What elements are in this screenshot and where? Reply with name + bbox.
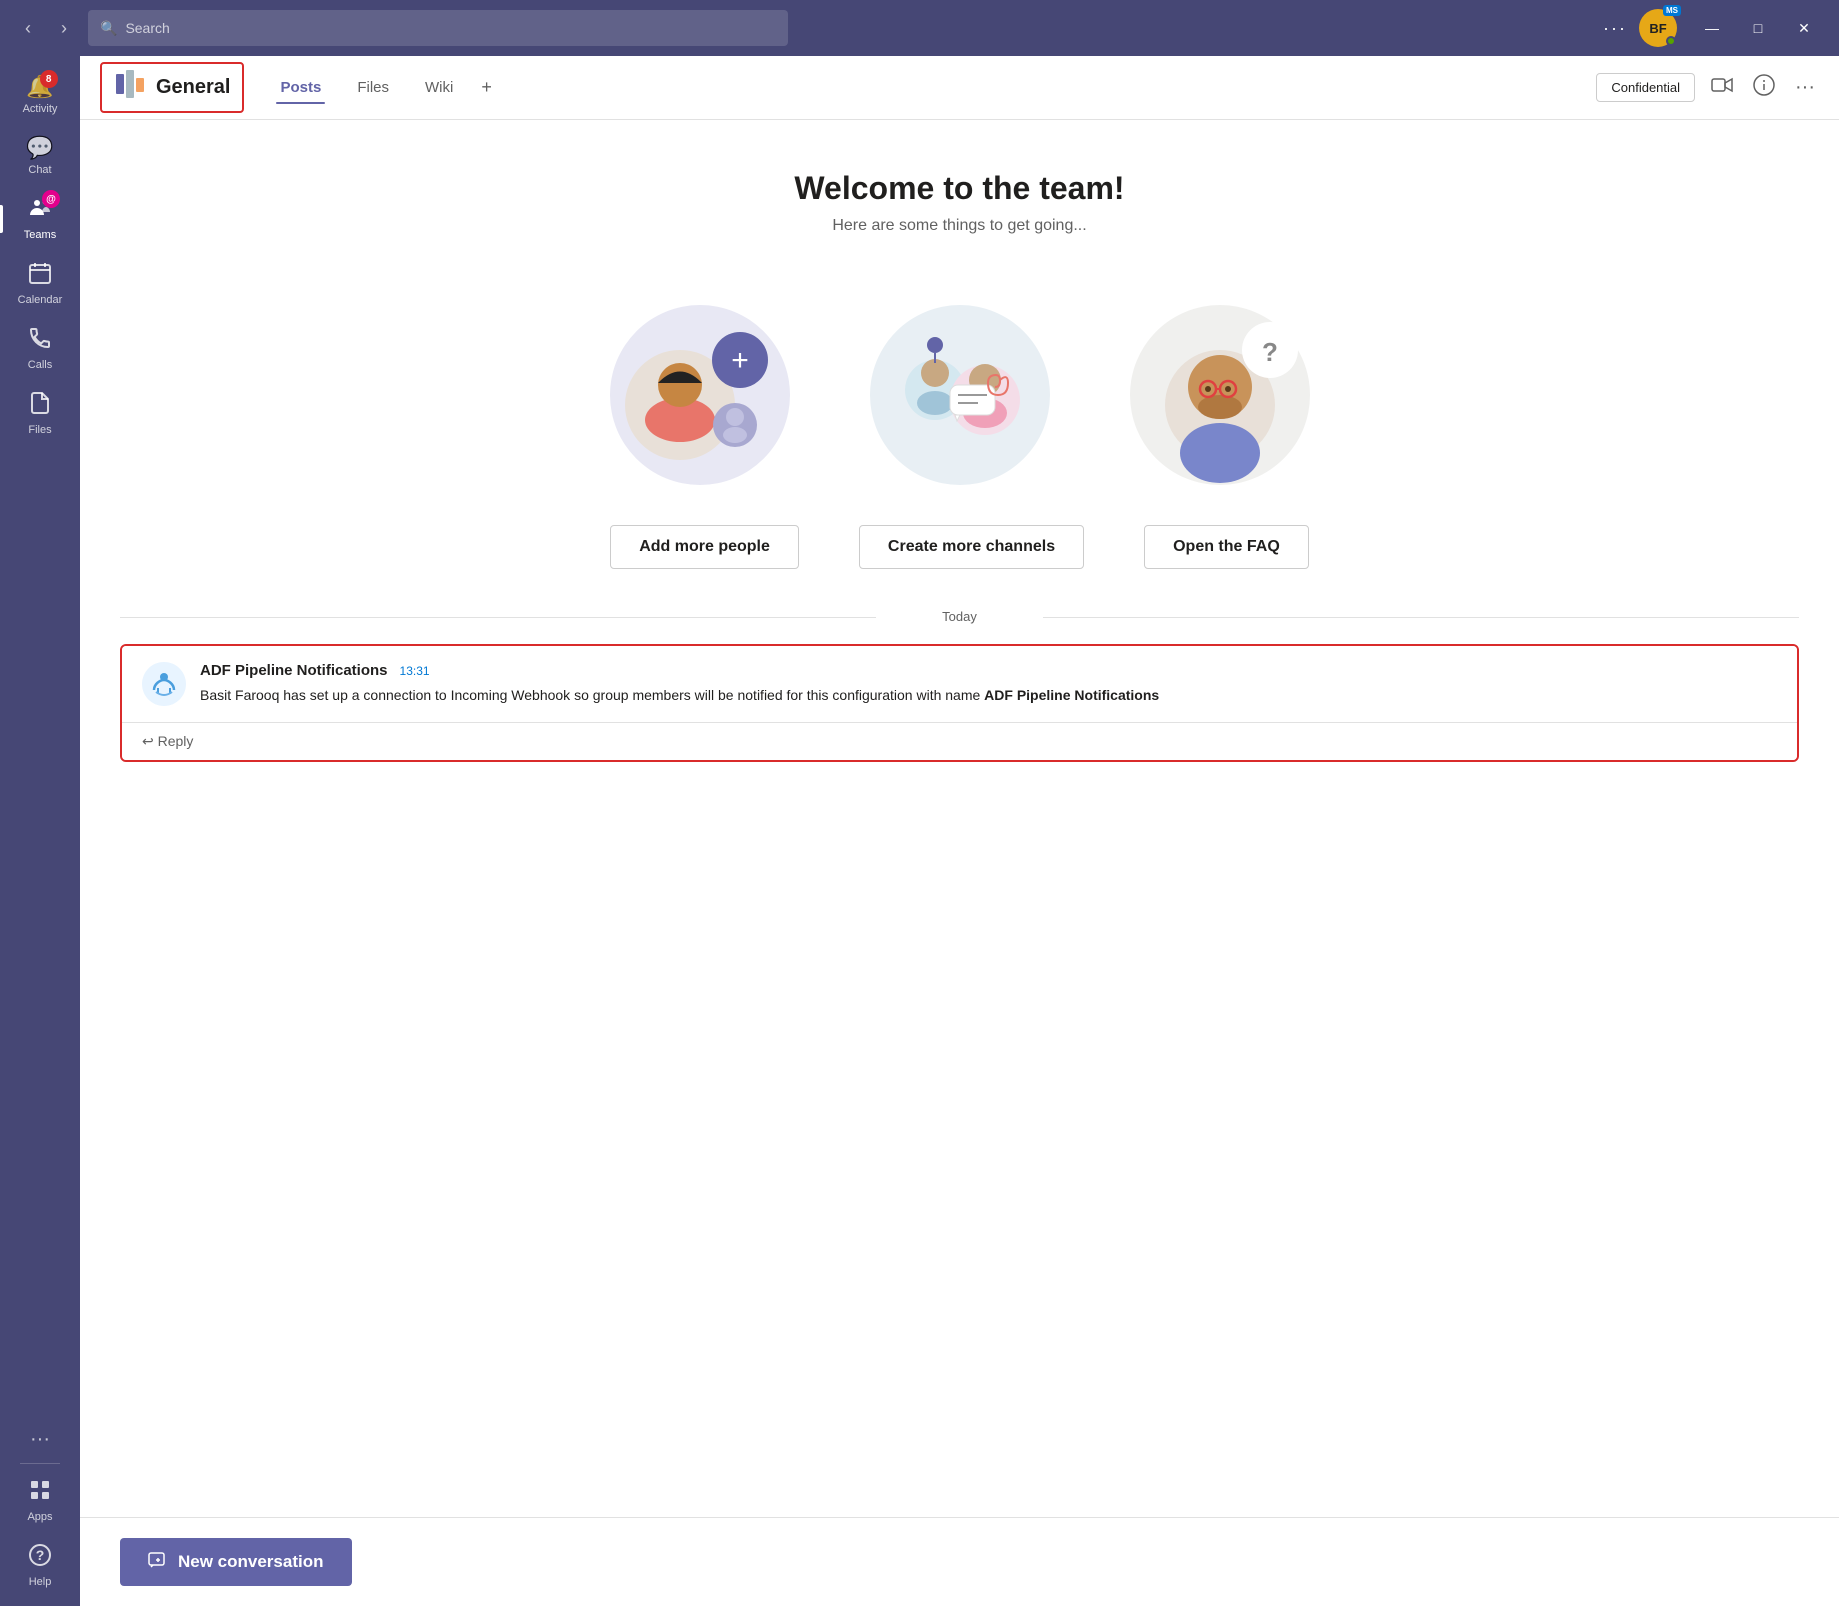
- svg-text:+: +: [731, 344, 749, 377]
- header-more-button[interactable]: ···: [1791, 72, 1819, 103]
- message-content: ADF Pipeline Notifications 13:31 Basit F…: [200, 662, 1777, 706]
- reply-button[interactable]: ↩ Reply: [122, 722, 1797, 760]
- message-thread: ADF Pipeline Notifications 13:31 Basit F…: [120, 644, 1799, 762]
- new-conversation-icon: [148, 1552, 168, 1572]
- illustration-row: +: [120, 305, 1799, 485]
- maximize-button[interactable]: □: [1735, 12, 1781, 44]
- message-header: ADF Pipeline Notifications 13:31: [200, 662, 1777, 679]
- minimize-button[interactable]: —: [1689, 12, 1735, 44]
- message-sender: ADF Pipeline Notifications: [200, 662, 388, 679]
- svg-text:?: ?: [36, 1547, 45, 1563]
- open-faq-button[interactable]: Open the FAQ: [1144, 525, 1309, 569]
- back-button[interactable]: ‹: [12, 12, 44, 44]
- channel-name-area: General: [100, 62, 244, 113]
- calls-icon: [28, 326, 52, 356]
- sidebar-item-help[interactable]: ? Help: [0, 1535, 80, 1596]
- sidebar-item-teams[interactable]: @ Teams: [0, 188, 80, 249]
- faq-card: ?: [1130, 305, 1310, 485]
- teams-notification-badge: @: [42, 190, 60, 208]
- teams-icon: @: [28, 196, 52, 226]
- new-conversation-bar: New conversation: [80, 1517, 1839, 1606]
- sidebar-item-calendar[interactable]: Calendar: [0, 253, 80, 314]
- window-controls: — □ ✕: [1689, 12, 1827, 44]
- sidebar-label-activity: Activity: [23, 103, 58, 115]
- channel-name: General: [156, 76, 230, 99]
- sidebar-item-files[interactable]: Files: [0, 383, 80, 444]
- tab-add-button[interactable]: +: [473, 73, 500, 102]
- add-people-button[interactable]: Add more people: [610, 525, 799, 569]
- create-channels-illustration: [870, 305, 1050, 485]
- welcome-subtitle: Here are some things to get going...: [120, 217, 1799, 235]
- message-avatar: [142, 662, 186, 706]
- apps-icon: [28, 1478, 52, 1508]
- tab-wiki[interactable]: Wiki: [409, 71, 469, 104]
- sidebar-item-calls[interactable]: Calls: [0, 318, 80, 379]
- add-people-illustration: +: [610, 305, 790, 485]
- calendar-icon: [28, 261, 52, 291]
- reply-label: ↩ Reply: [142, 733, 193, 750]
- title-bar: ‹ › 🔍 Search ··· BF MS — □ ✕: [0, 0, 1839, 56]
- title-more-button[interactable]: ···: [1603, 18, 1627, 39]
- posts-area: Welcome to the team! Here are some thing…: [80, 120, 1839, 1517]
- confidential-button[interactable]: Confidential: [1596, 73, 1695, 102]
- new-conversation-label: New conversation: [178, 1552, 324, 1572]
- info-button[interactable]: [1749, 70, 1779, 106]
- sidebar-more-button[interactable]: ···: [22, 1420, 58, 1459]
- activity-badge: 8: [40, 70, 58, 88]
- channel-icon: [114, 68, 146, 107]
- welcome-section: Welcome to the team! Here are some thing…: [120, 140, 1799, 275]
- sidebar-label-chat: Chat: [28, 164, 51, 176]
- new-conversation-button[interactable]: New conversation: [120, 1538, 352, 1586]
- sidebar-label-calls: Calls: [28, 359, 52, 371]
- tab-posts[interactable]: Posts: [264, 71, 337, 104]
- chat-icon: 💬: [26, 135, 53, 161]
- sidebar-label-help: Help: [29, 1576, 52, 1588]
- sidebar-label-calendar: Calendar: [18, 294, 63, 306]
- sidebar-item-chat[interactable]: 💬 Chat: [0, 127, 80, 184]
- message-body: Basit Farooq has set up a connection to …: [200, 685, 1777, 706]
- close-button[interactable]: ✕: [1781, 12, 1827, 44]
- avatar-initials: BF: [1649, 21, 1666, 36]
- sidebar-item-activity[interactable]: 🔔 8 Activity: [0, 66, 80, 123]
- search-bar[interactable]: 🔍 Search: [88, 10, 788, 46]
- title-bar-right: ··· BF MS — □ ✕: [1603, 9, 1827, 47]
- video-call-button[interactable]: [1707, 70, 1737, 106]
- date-divider: Today: [120, 609, 1799, 624]
- create-channels-button[interactable]: Create more channels: [859, 525, 1084, 569]
- content-area: General Posts Files Wiki + Confidential: [80, 56, 1839, 1606]
- sidebar-label-teams: Teams: [24, 229, 56, 241]
- sidebar-item-apps[interactable]: Apps: [0, 1470, 80, 1531]
- action-buttons-row: Add more people Create more channels Ope…: [120, 525, 1799, 569]
- channel-header: General Posts Files Wiki + Confidential: [80, 56, 1839, 120]
- welcome-title: Welcome to the team!: [120, 170, 1799, 207]
- activity-icon: 🔔 8: [26, 74, 53, 100]
- search-placeholder: Search: [125, 20, 169, 36]
- sidebar-divider: [20, 1463, 60, 1464]
- sidebar-label-apps: Apps: [27, 1511, 52, 1523]
- message-item: ADF Pipeline Notifications 13:31 Basit F…: [122, 646, 1797, 722]
- search-icon: 🔍: [100, 20, 117, 37]
- channel-header-right: Confidential ···: [1596, 70, 1819, 106]
- avatar-button[interactable]: BF MS: [1639, 9, 1677, 47]
- main-container: 🔔 8 Activity 💬 Chat @ Teams: [0, 56, 1839, 1606]
- avatar-online-indicator: [1666, 36, 1676, 46]
- sidebar-label-files: Files: [28, 424, 51, 436]
- create-channels-card: [870, 305, 1050, 485]
- tab-files[interactable]: Files: [341, 71, 405, 104]
- files-icon: [28, 391, 52, 421]
- sidebar: 🔔 8 Activity 💬 Chat @ Teams: [0, 56, 80, 1606]
- avatar-ms-badge: MS: [1663, 5, 1681, 16]
- nav-buttons: ‹ ›: [12, 12, 80, 44]
- faq-illustration: ?: [1130, 305, 1310, 485]
- forward-button[interactable]: ›: [48, 12, 80, 44]
- message-time: 13:31: [400, 664, 430, 678]
- channel-tabs: Posts Files Wiki +: [264, 71, 499, 104]
- add-people-card: +: [610, 305, 790, 485]
- help-icon: ?: [28, 1543, 52, 1573]
- svg-text:?: ?: [1262, 337, 1278, 367]
